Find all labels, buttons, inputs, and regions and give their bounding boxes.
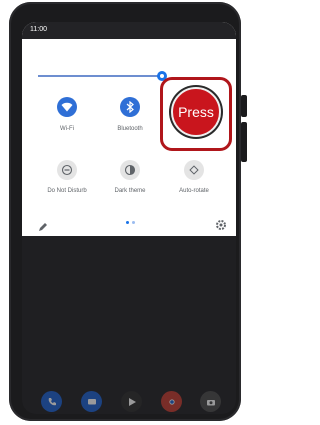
quick-settings-panel: 11:00 Wi-Fi Bluetooth Press Do Not Distu… [22, 22, 236, 236]
tile-dark-theme[interactable] [120, 160, 140, 180]
wifi-icon [61, 102, 73, 112]
play-store-icon[interactable] [121, 391, 142, 412]
press-button[interactable]: Press [171, 87, 221, 137]
status-bar: 11:00 [22, 22, 236, 39]
power-button [241, 95, 247, 117]
messages-icon[interactable] [81, 391, 102, 412]
phone-icon[interactable] [41, 391, 62, 412]
dark-theme-icon [124, 164, 136, 176]
bluetooth-icon [126, 101, 134, 113]
pager-dot [132, 221, 135, 224]
tile-bluetooth-label: Bluetooth [117, 126, 143, 132]
tile-wifi-label: Wi-Fi [60, 126, 74, 132]
settings-icon[interactable] [215, 218, 227, 230]
edit-icon[interactable] [38, 219, 48, 231]
tile-wifi[interactable] [57, 97, 77, 117]
tile-do-not-disturb-label: Do Not Disturb [47, 188, 87, 194]
phone-screen: 11:00 Wi-Fi Bluetooth Press Do Not Distu… [22, 22, 236, 414]
tile-do-not-disturb[interactable] [57, 160, 77, 180]
volume-button [241, 122, 247, 162]
do-not-disturb-icon [61, 164, 73, 176]
tile-auto-rotate-label: Auto-rotate [179, 188, 209, 194]
status-time: 11:00 [30, 26, 47, 33]
auto-rotate-icon [189, 165, 199, 175]
chrome-icon[interactable] [161, 391, 182, 412]
tile-dark-theme-label: Dark theme [114, 188, 146, 194]
brightness-slider[interactable] [38, 75, 162, 77]
tile-auto-rotate[interactable] [184, 160, 204, 180]
pager-dot-active [126, 221, 129, 224]
camera-icon[interactable] [200, 391, 221, 412]
tile-bluetooth[interactable] [120, 97, 140, 117]
